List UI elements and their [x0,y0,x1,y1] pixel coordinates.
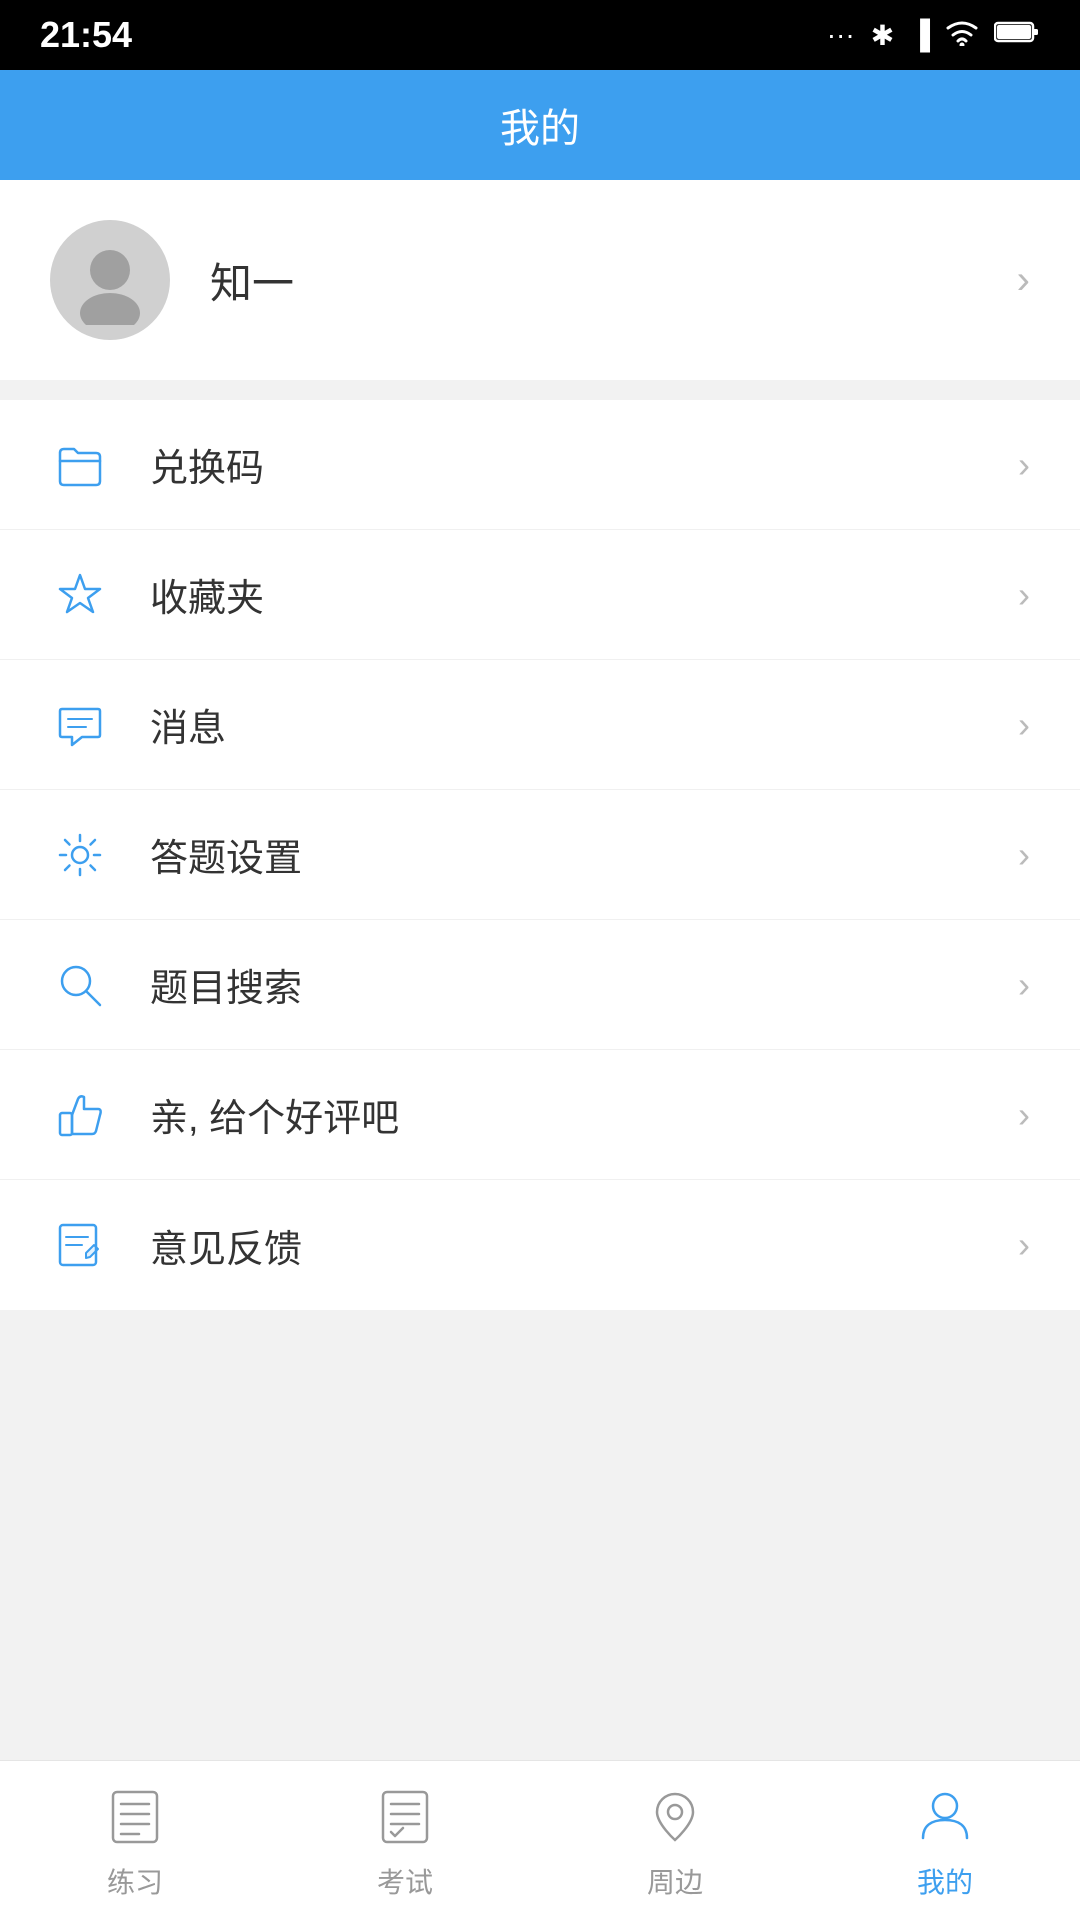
avatar [50,220,170,340]
menu-left-messages: 消息 [50,695,226,755]
nav-label-mine: 我的 [917,1861,973,1901]
menu-item-messages[interactable]: 消息 › [0,660,1080,790]
menu-item-feedback[interactable]: 意见反馈 › [0,1180,1080,1310]
page-title: 我的 [500,96,580,154]
menu-left-search: 题目搜索 [50,955,302,1015]
bottom-nav: 练习 考试 周边 [0,1760,1080,1920]
star-icon [50,565,110,625]
nav-item-nearby[interactable]: 周边 [575,1781,775,1901]
person-icon [910,1781,980,1851]
menu-item-search[interactable]: 题目搜索 › [0,920,1080,1050]
status-bar: 21:54 ··· ✱ ▐ [0,0,1080,70]
signal-icon: ▐ [910,19,930,51]
menu-section: 兑换码 › 收藏夹 › [0,400,1080,1310]
menu-label-review: 亲, 给个好评吧 [150,1087,399,1142]
username: 知一 [210,250,294,311]
nav-item-practice[interactable]: 练习 [35,1781,235,1901]
dots-icon: ··· [827,19,855,51]
edit-icon [50,1215,110,1275]
menu-left-feedback: 意见反馈 [50,1215,302,1275]
search-icon [50,955,110,1015]
menu-label-settings: 答题设置 [150,827,302,882]
nav-label-nearby: 周边 [647,1861,703,1901]
folder-icon [50,435,110,495]
chevron-redeem: › [1018,444,1030,486]
gear-icon [50,825,110,885]
chevron-messages: › [1018,704,1030,746]
menu-item-redeem[interactable]: 兑换码 › [0,400,1080,530]
menu-label-feedback: 意见反馈 [150,1218,302,1273]
menu-left-favorites: 收藏夹 [50,565,264,625]
menu-item-settings[interactable]: 答题设置 › [0,790,1080,920]
menu-left-redeem: 兑换码 [50,435,264,495]
profile-section[interactable]: 知一 › [0,180,1080,380]
profile-left: 知一 [50,220,294,340]
nav-label-exam: 考试 [377,1861,433,1901]
wifi-icon [946,18,978,53]
menu-left-settings: 答题设置 [50,825,302,885]
practice-icon [100,1781,170,1851]
menu-label-messages: 消息 [150,697,226,752]
battery-icon [994,19,1040,51]
location-icon [640,1781,710,1851]
chevron-search: › [1018,964,1030,1006]
menu-label-redeem: 兑换码 [150,437,264,492]
profile-chevron: › [1017,258,1030,303]
chevron-review: › [1018,1094,1030,1136]
menu-item-favorites[interactable]: 收藏夹 › [0,530,1080,660]
menu-item-review[interactable]: 亲, 给个好评吧 › [0,1050,1080,1180]
chevron-favorites: › [1018,574,1030,616]
message-icon [50,695,110,755]
menu-left-review: 亲, 给个好评吧 [50,1085,399,1145]
menu-label-search: 题目搜索 [150,957,302,1012]
status-icons: ··· ✱ ▐ [827,18,1040,53]
menu-label-favorites: 收藏夹 [150,567,264,622]
nav-label-practice: 练习 [107,1861,163,1901]
main-content: 知一 › 兑换码 › [0,180,1080,1760]
thumbup-icon [50,1085,110,1145]
nav-item-exam[interactable]: 考试 [305,1781,505,1901]
nav-item-mine[interactable]: 我的 [845,1781,1045,1901]
app-header: 我的 [0,70,1080,180]
exam-icon [370,1781,440,1851]
status-time: 21:54 [40,14,132,56]
bluetooth-icon: ✱ [871,19,894,52]
chevron-settings: › [1018,834,1030,876]
chevron-feedback: › [1018,1224,1030,1266]
